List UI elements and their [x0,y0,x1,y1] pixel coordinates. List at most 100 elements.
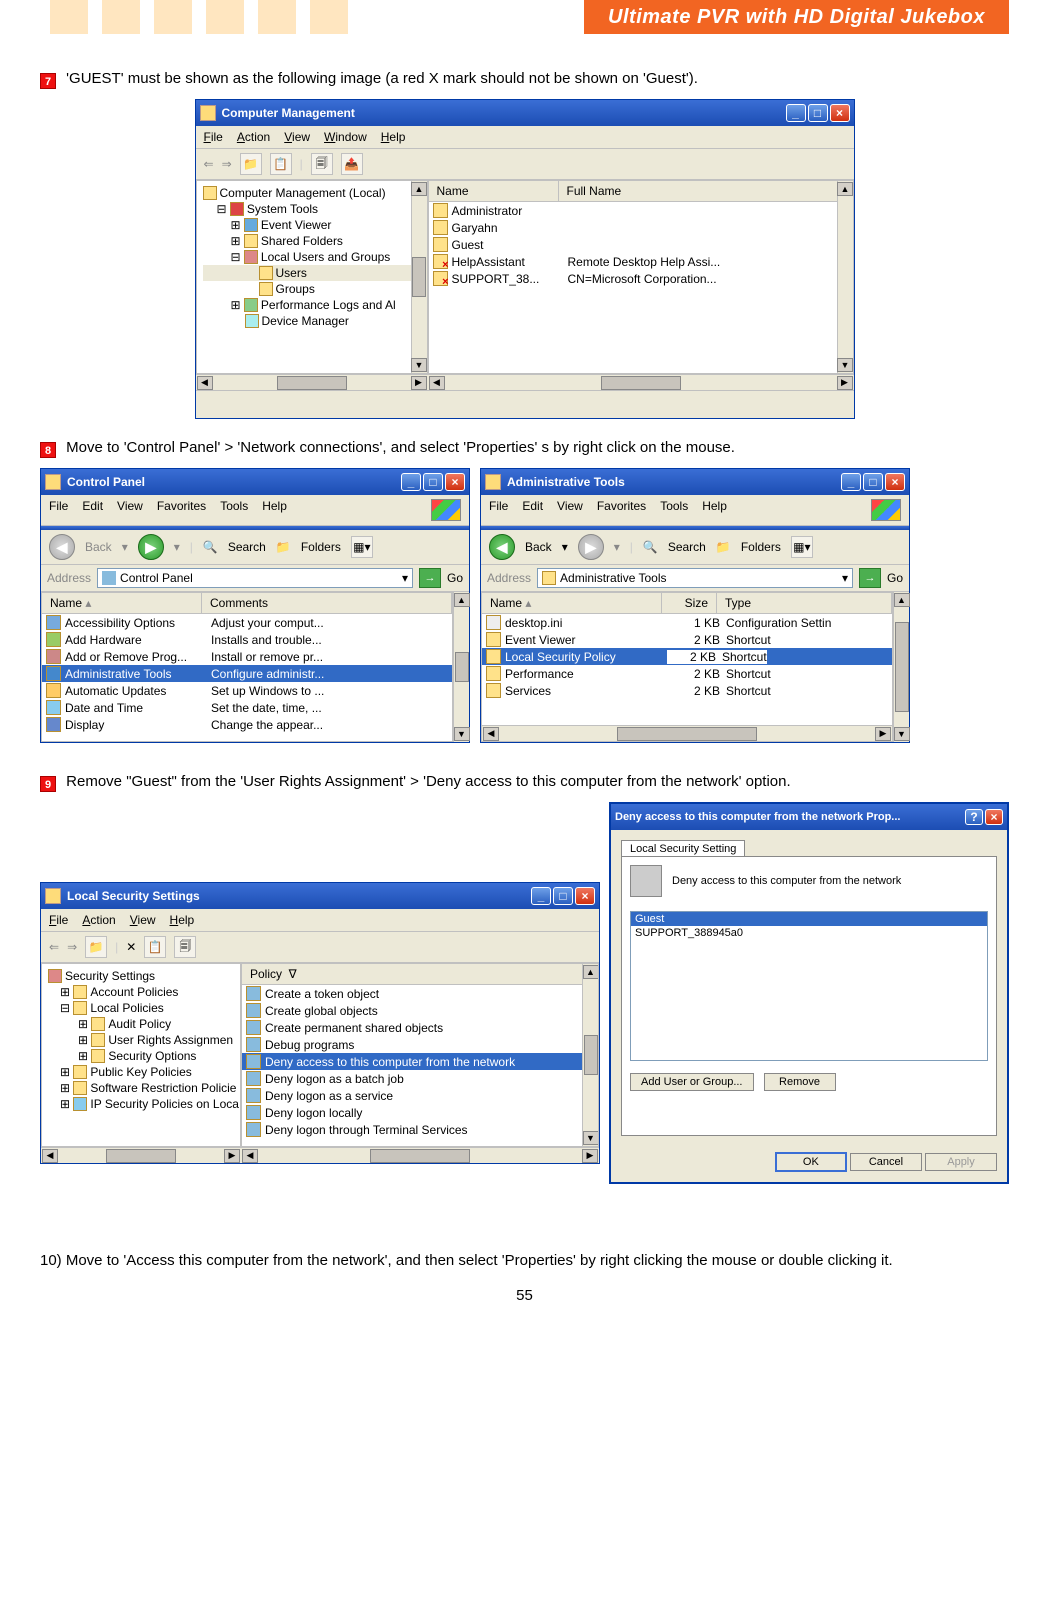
minimize-button[interactable]: _ [401,473,421,491]
at-list[interactable]: Name ▴ Size Type desktop.ini1 KBConfigur… [481,592,893,742]
policy-item[interactable]: Deny logon locally [242,1104,598,1121]
at-h-scrollbar[interactable]: ◀▶ [482,725,892,741]
menu-edit[interactable]: Edit [522,499,543,521]
up-folder-icon[interactable]: 📁 [85,936,107,958]
back-button[interactable]: ◀ [489,534,515,560]
list-item[interactable]: Add HardwareInstalls and trouble... [42,631,452,648]
tree-item[interactable]: Security Settings [48,968,234,984]
views-button[interactable]: ▦▾ [791,536,813,558]
menu-tools[interactable]: Tools [220,499,248,521]
search-icon[interactable]: 🔍 [643,540,658,554]
policy-item[interactable]: Deny logon as a service [242,1087,598,1104]
col-name[interactable]: Name [429,181,559,201]
fwd-arrow-icon[interactable]: ⇒ [222,157,232,171]
go-button[interactable]: → [419,568,441,588]
lss-policy-list[interactable]: Policy ∇ Create a token object Create gl… [241,963,599,1147]
properties-icon[interactable]: 📋 [144,936,166,958]
policy-item[interactable]: Debug programs [242,1036,598,1053]
back-button[interactable]: ◀ [49,534,75,560]
dlg-tab[interactable]: Local Security Setting [621,840,745,857]
tree-item[interactable]: ⊞ Account Policies [48,984,234,1000]
list-item[interactable]: desktop.ini1 KBConfiguration Settin [482,614,892,631]
tree-perflogs[interactable]: ⊞ Performance Logs and Al [203,297,421,313]
list-item-selected[interactable]: Local Security Policy2 KBShortcut [482,648,892,665]
tree-users[interactable]: Users [203,265,421,281]
tree-h-scrollbar[interactable]: ◀▶ [196,374,428,390]
add-user-button[interactable]: Add User or Group... [630,1073,754,1091]
tree-sharedfolders[interactable]: ⊞ Shared Folders [203,233,421,249]
tree-item[interactable]: ⊞ User Rights Assignmen [48,1032,234,1048]
dlg-titlebar[interactable]: Deny access to this computer from the ne… [611,804,1007,830]
cp-list[interactable]: Name ▴ Comments Accessibility OptionsAdj… [41,592,453,742]
export-icon[interactable]: 🗐 [174,936,196,958]
policy-item[interactable]: Create permanent shared objects [242,1019,598,1036]
back-arrow-icon[interactable]: ⇐ [49,940,59,954]
menu-view[interactable]: View [284,130,310,144]
folders-icon[interactable]: 📁 [276,540,291,554]
delete-icon[interactable]: ✕ [126,940,136,954]
search-icon[interactable]: 🔍 [203,540,218,554]
address-field[interactable]: Administrative Tools▾ [537,568,853,588]
policy-item[interactable]: Create global objects [242,1002,598,1019]
list-v-scrollbar[interactable]: ▲▼ [837,181,853,373]
lss-v-scrollbar[interactable]: ▲▼ [582,964,598,1146]
close-button[interactable]: × [985,809,1003,825]
menu-action[interactable]: Action [82,913,115,927]
col-size[interactable]: Size [662,593,717,613]
close-button[interactable]: × [885,473,905,491]
list-item-selected[interactable]: Administrative ToolsConfigure administr.… [42,665,452,682]
menu-tools[interactable]: Tools [660,499,688,521]
list-item[interactable]: Performance2 KBShortcut [482,665,892,682]
maximize-button[interactable]: □ [863,473,883,491]
tree-eventviewer[interactable]: ⊞ Event Viewer [203,217,421,233]
tree-item[interactable]: ⊞ Software Restriction Policie [48,1080,234,1096]
policy-item[interactable]: Create a token object [242,985,598,1002]
fwd-button[interactable]: ▶ [578,534,604,560]
lss-titlebar[interactable]: Local Security Settings _ □ × [41,883,599,909]
tree-groups[interactable]: Groups [203,281,421,297]
maximize-button[interactable]: □ [423,473,443,491]
properties-icon[interactable]: 📋 [270,153,292,175]
menu-favorites[interactable]: Favorites [597,499,646,521]
refresh-icon[interactable]: 🗐 [311,153,333,175]
list-item[interactable]: DisplayChange the appear... [42,716,452,733]
cp-v-scrollbar[interactable]: ▲▼ [453,592,469,742]
menu-file[interactable]: File [49,913,68,927]
list-item[interactable]: Add or Remove Prog...Install or remove p… [42,648,452,665]
col-policy[interactable]: Policy ∇ [242,964,598,984]
go-button[interactable]: → [859,568,881,588]
address-field[interactable]: Control Panel▾ [97,568,413,588]
at-v-scrollbar[interactable]: ▲▼ [893,592,909,742]
menu-file[interactable]: File [489,499,508,521]
user-row[interactable]: SUPPORT_38...CN=Microsoft Corporation... [429,270,853,287]
lss-list-h-scrollbar[interactable]: ◀▶ [241,1147,599,1163]
minimize-button[interactable]: _ [786,104,806,122]
cancel-button[interactable]: Cancel [850,1153,922,1171]
close-button[interactable]: × [445,473,465,491]
tree-item[interactable]: ⊞ Public Key Policies [48,1064,234,1080]
export-icon[interactable]: 📤 [341,153,363,175]
menu-file[interactable]: File [49,499,68,521]
maximize-button[interactable]: □ [808,104,828,122]
menu-view[interactable]: View [130,913,156,927]
up-folder-icon[interactable]: 📁 [240,153,262,175]
at-titlebar[interactable]: Administrative Tools _ □ × [481,469,909,495]
search-label[interactable]: Search [668,540,706,554]
menu-help[interactable]: Help [702,499,727,521]
col-name[interactable]: Name ▴ [482,593,662,613]
user-row[interactable]: Garyahn [429,219,853,236]
user-row[interactable]: Guest [429,236,853,253]
tree-devmgr[interactable]: Device Manager [203,313,421,329]
user-row[interactable]: HelpAssistantRemote Desktop Help Assi... [429,253,853,270]
policy-item[interactable]: Deny logon as a batch job [242,1070,598,1087]
tree-item[interactable]: ⊞ Audit Policy [48,1016,234,1032]
apply-button[interactable]: Apply [925,1153,997,1171]
tree-item[interactable]: ⊞ IP Security Policies on Loca [48,1096,234,1112]
back-arrow-icon[interactable]: ⇐ [204,157,214,171]
col-type[interactable]: Type [717,593,892,613]
tree-localusers[interactable]: ⊟ Local Users and Groups [203,249,421,265]
help-button[interactable]: ? [965,809,983,825]
tree-v-scrollbar[interactable]: ▲▼ [411,181,427,373]
tree-root[interactable]: Computer Management (Local) [203,185,421,201]
list-h-scrollbar[interactable]: ◀▶ [428,374,854,390]
